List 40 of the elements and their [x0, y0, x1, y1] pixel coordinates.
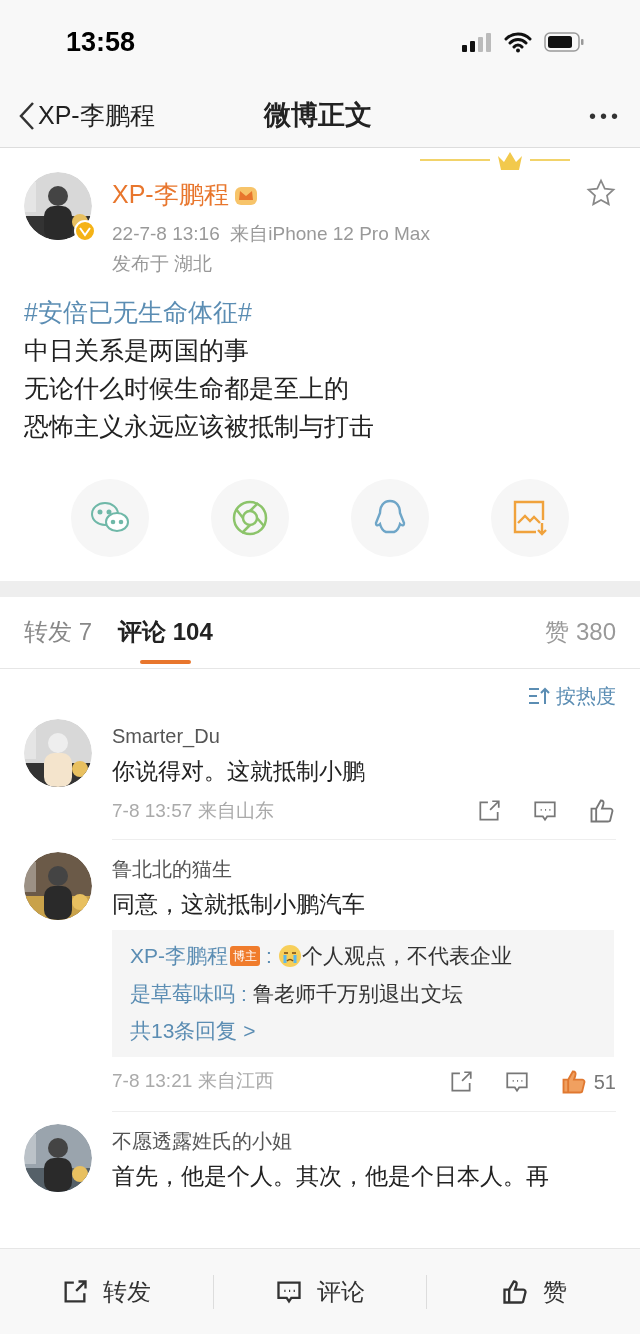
topic-link[interactable]: #安倍已无生命体征# — [24, 292, 616, 331]
save-image-icon — [512, 498, 548, 537]
tab[interactable]: 评论 104 — [118, 596, 213, 668]
comment-meta: 7-8 13:57 来自山东 — [112, 798, 275, 823]
page-title: 微博正文 — [264, 99, 372, 133]
star-icon[interactable] — [586, 178, 616, 208]
wifi-icon — [504, 31, 532, 53]
thumbs-up-icon — [500, 1277, 529, 1306]
comment-text: 同意，这就抵制小鹏汽车 — [112, 890, 366, 919]
post-text: 无论什么时候生命都是至上的 — [24, 372, 350, 404]
toolbar-button[interactable]: 赞 — [427, 1273, 640, 1310]
back-icon — [18, 100, 36, 131]
reply-text: 个人观点，不代表企业 — [301, 943, 512, 969]
reply-separator: : — [241, 980, 247, 1007]
comment-meta: 7-8 13:21 来自江西 — [112, 1069, 275, 1094]
post-meta: 22-7-8 13:16 来自iPhone 12 Pro Max — [112, 221, 431, 246]
back-button[interactable]: XP-李鹏程 — [18, 96, 155, 135]
battery-icon — [544, 31, 584, 53]
share-icon[interactable] — [476, 797, 502, 824]
aperture-icon — [231, 498, 269, 537]
author-badge: 博主 — [230, 945, 260, 966]
comment-text: 首先，他是个人。其次，他是个日本人。再 — [112, 1161, 550, 1191]
sort-button[interactable]: 按热度 — [528, 680, 616, 711]
reply-text: 鲁老师千万别退出文坛 — [252, 980, 463, 1007]
post-text: 恐怖主义永远应该被抵制与打击 — [24, 410, 375, 442]
post-location: 发布于 湖北 — [112, 252, 214, 276]
post-text: 中日关系是两国的事 — [24, 334, 250, 366]
reply-separator: : — [266, 943, 272, 969]
comment-text: 你说得对。这就抵制小鹏 — [112, 756, 366, 786]
toolbar-button[interactable]: 转发 — [0, 1273, 213, 1310]
toolbar-button[interactable]: 评论 — [213, 1273, 427, 1310]
commenter-name[interactable]: 鲁北北的猫生 — [112, 854, 616, 884]
signal-icon — [462, 32, 492, 52]
commenter-name[interactable]: 不愿透露姓氏的小姐 — [112, 1125, 616, 1156]
status-time: 13:58 — [66, 25, 136, 59]
commenter-name[interactable]: Smarter_Du — [112, 720, 616, 751]
more-button[interactable]: ••• — [589, 100, 622, 131]
sort-icon — [528, 685, 550, 706]
tab[interactable]: 转发 7 — [24, 596, 92, 668]
comment-like-count: 51 — [593, 1069, 616, 1095]
